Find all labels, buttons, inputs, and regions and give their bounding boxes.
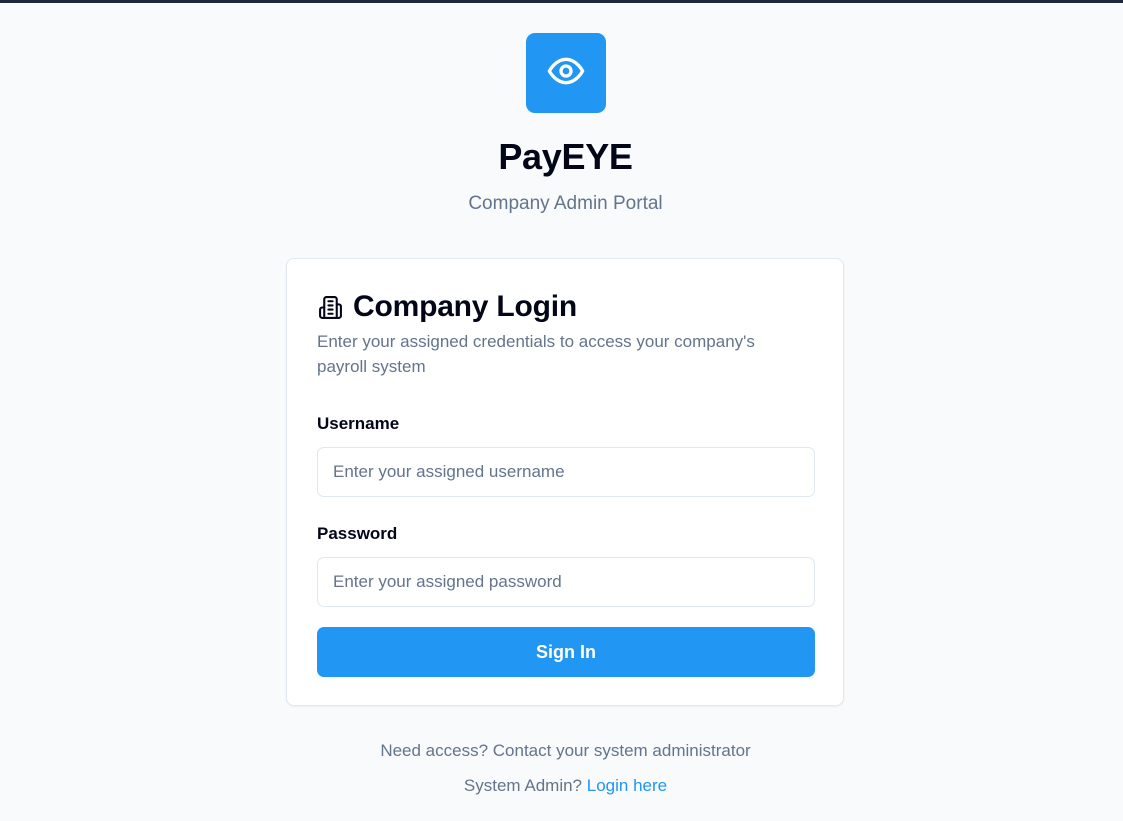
username-label: Username <box>317 414 400 433</box>
access-help-text: Need access? Contact your system adminis… <box>380 741 751 760</box>
username-input[interactable] <box>317 447 815 497</box>
admin-login-line: System Admin? Login here <box>0 776 1123 796</box>
card-title: Company Login <box>353 290 578 323</box>
admin-login-link[interactable]: Login here <box>587 776 667 795</box>
password-label: Password <box>317 524 398 543</box>
top-border <box>0 0 1123 3</box>
app-logo <box>526 33 606 113</box>
card-description: Enter your assigned credentials to acces… <box>317 332 755 376</box>
card-header: Company Login <box>318 290 577 324</box>
app-name: PayEYE <box>498 136 633 177</box>
admin-prompt: System Admin? <box>463 776 583 795</box>
password-input[interactable] <box>317 557 815 607</box>
app-subtitle: Company Admin Portal <box>468 193 663 214</box>
sign-in-button[interactable]: Sign In <box>317 627 815 677</box>
eye-icon <box>546 51 586 96</box>
building-icon <box>318 295 343 320</box>
